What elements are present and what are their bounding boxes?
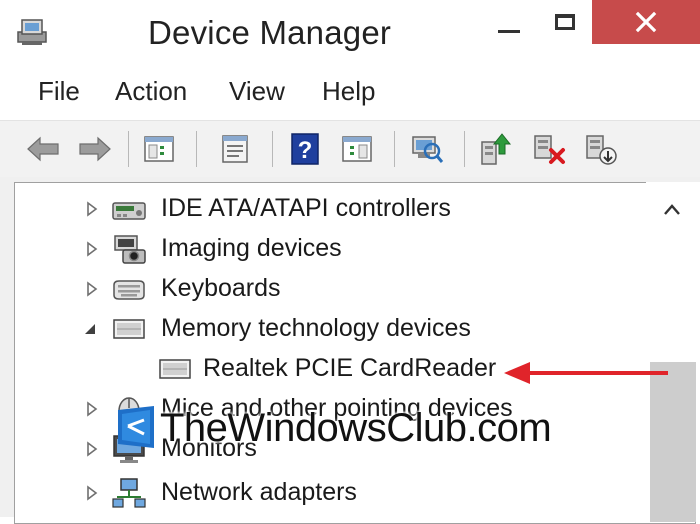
scroll-up-icon[interactable] bbox=[662, 200, 682, 220]
network-icon bbox=[112, 478, 146, 508]
tree-node-label: Monitors bbox=[161, 434, 257, 462]
expand-arrow-icon[interactable] bbox=[85, 281, 99, 297]
uninstall-device-icon bbox=[586, 135, 617, 165]
tree-node-imaging-devices[interactable]: Imaging devices bbox=[15, 229, 655, 269]
tree-node-label: IDE ATA/ATAPI controllers bbox=[161, 194, 451, 222]
device-manager-app-icon[interactable] bbox=[14, 12, 50, 48]
menu-file[interactable]: File bbox=[38, 76, 80, 107]
menu-view[interactable]: View bbox=[229, 76, 285, 107]
mouse-icon bbox=[118, 397, 140, 425]
toolbar-separator bbox=[196, 131, 197, 167]
properties-button[interactable] bbox=[216, 130, 254, 168]
update-driver-button[interactable] bbox=[476, 130, 514, 168]
back-arrow-icon bbox=[27, 136, 59, 162]
show-hide-console-tree-button[interactable] bbox=[140, 130, 178, 168]
close-button[interactable] bbox=[592, 0, 700, 44]
menu-bar: File Action View Help bbox=[0, 62, 700, 121]
action-pane-button[interactable] bbox=[338, 130, 376, 168]
uninstall-device-button[interactable] bbox=[582, 130, 620, 168]
device-tree[interactable]: IDE ATA/ATAPI controllers Imaging device… bbox=[14, 182, 696, 524]
expand-arrow-icon[interactable] bbox=[85, 401, 99, 417]
svg-text:?: ? bbox=[298, 137, 313, 164]
toolbar-separator bbox=[464, 131, 465, 167]
tree-node-label: Realtek PCIE CardReader bbox=[203, 354, 497, 382]
device-manager-window: Device Manager File Action View Help ? I… bbox=[0, 0, 700, 524]
expand-arrow-icon[interactable] bbox=[85, 485, 99, 501]
action-pane-icon bbox=[342, 136, 372, 162]
tree-node-ide-ata-atapi-controllers[interactable]: IDE ATA/ATAPI controllers bbox=[15, 189, 655, 229]
back-button[interactable] bbox=[24, 130, 62, 168]
maximize-icon bbox=[555, 14, 575, 30]
monitor-icon bbox=[113, 435, 145, 463]
title-bar[interactable]: Device Manager bbox=[0, 0, 700, 62]
memory-device-icon bbox=[113, 319, 145, 339]
maximize-button[interactable] bbox=[540, 0, 590, 44]
tree-node-monitors[interactable]: Monitors bbox=[15, 429, 655, 469]
ide-controller-icon bbox=[112, 202, 146, 220]
scan-hardware-icon bbox=[412, 136, 444, 163]
camera-icon bbox=[114, 235, 146, 264]
tree-node-label: Mice and other pointing devices bbox=[161, 394, 513, 422]
toolbar: ? bbox=[0, 121, 700, 177]
memory-device-icon bbox=[159, 359, 191, 379]
expand-arrow-icon[interactable] bbox=[85, 201, 99, 217]
minimize-icon bbox=[498, 29, 520, 33]
tree-node-memory-technology-devices[interactable]: Memory technology devices bbox=[15, 309, 655, 349]
annotation-arrow-icon bbox=[504, 362, 668, 384]
properties-icon bbox=[222, 135, 248, 163]
vertical-scrollbar[interactable] bbox=[646, 182, 700, 522]
tree-node-label: Imaging devices bbox=[161, 234, 342, 262]
tree-node-label: Keyboards bbox=[161, 274, 281, 302]
disable-device-button[interactable] bbox=[530, 130, 568, 168]
toolbar-separator bbox=[394, 131, 395, 167]
expand-arrow-icon[interactable] bbox=[85, 441, 99, 457]
tree-node-network-adapters[interactable]: Network adapters bbox=[15, 473, 655, 513]
help-button[interactable]: ? bbox=[286, 130, 324, 168]
keyboard-icon bbox=[113, 280, 145, 300]
menu-help[interactable]: Help bbox=[322, 76, 375, 107]
toolbar-separator bbox=[128, 131, 129, 167]
help-icon: ? bbox=[291, 133, 319, 165]
toolbar-separator bbox=[272, 131, 273, 167]
close-icon bbox=[635, 11, 657, 33]
minimize-button[interactable] bbox=[484, 0, 534, 44]
update-driver-icon bbox=[481, 133, 512, 165]
disable-device-icon bbox=[534, 135, 565, 164]
console-tree-icon bbox=[144, 136, 174, 162]
scan-hardware-changes-button[interactable] bbox=[408, 130, 446, 168]
window-title: Device Manager bbox=[148, 14, 392, 51]
forward-button[interactable] bbox=[76, 130, 114, 168]
expand-arrow-icon[interactable] bbox=[85, 241, 99, 257]
tree-node-mice-and-other-pointing-devices[interactable]: Mice and other pointing devices bbox=[15, 389, 655, 429]
menu-action[interactable]: Action bbox=[115, 76, 187, 107]
forward-arrow-icon bbox=[79, 136, 111, 162]
tree-node-label: Memory technology devices bbox=[161, 314, 471, 342]
collapse-arrow-icon[interactable] bbox=[83, 321, 97, 337]
tree-node-keyboards[interactable]: Keyboards bbox=[15, 269, 655, 309]
tree-node-label: Network adapters bbox=[161, 478, 357, 506]
